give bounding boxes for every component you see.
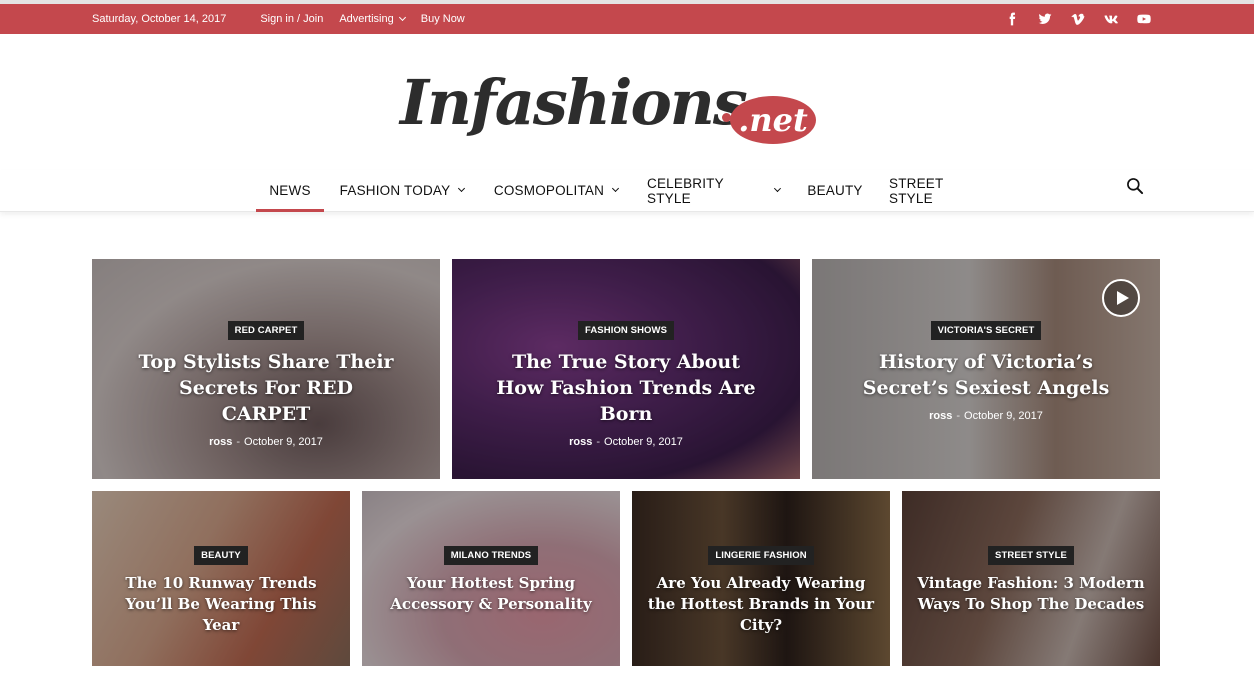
nav-item-label: FASHION TODAY — [339, 183, 451, 198]
chevron-down-icon — [612, 184, 620, 193]
post-date: October 9, 2017 — [244, 436, 323, 448]
logo-suffix-badge: .net — [730, 96, 816, 144]
main-nav: NEWS FASHION TODAY COSMOPOLITAN CELEBRIT… — [0, 170, 1254, 212]
sign-in-join-link[interactable]: Sign in / Join — [260, 13, 323, 25]
secondary-post-1[interactable]: BEAUTY The 10 Runway Trends You’ll Be We… — [92, 491, 350, 666]
featured-post-3[interactable]: VICTORIA'S SECRET History of Victoria’s … — [812, 259, 1160, 479]
nav-item-label: BEAUTY — [807, 183, 863, 198]
logo-wordmark: Infashions — [400, 66, 748, 139]
nav-item-fashion-today[interactable]: FASHION TODAY — [338, 170, 466, 211]
meta-separator: - — [596, 436, 601, 448]
nav-item-label: CELEBRITY STYLE — [647, 175, 724, 206]
chevron-down-icon — [458, 184, 466, 193]
post-author[interactable]: ross — [569, 436, 592, 448]
advertising-label: Advertising — [339, 13, 394, 25]
secondary-post-4[interactable]: STREET STYLE Vintage Fashion: 3 Modern W… — [902, 491, 1160, 666]
tile-content: LINGERIE FASHION Are You Already Wearing… — [632, 545, 890, 636]
post-date: October 9, 2017 — [964, 410, 1043, 422]
category-badge[interactable]: BEAUTY — [194, 546, 248, 565]
post-meta: ross - October 9, 2017 — [92, 436, 440, 448]
nav-item-beauty[interactable]: BEAUTY — [806, 170, 864, 211]
category-badge[interactable]: VICTORIA'S SECRET — [930, 321, 1042, 340]
post-title[interactable]: The 10 Runway Trends You’ll Be Wearing T… — [92, 573, 350, 636]
top-bar: Saturday, October 14, 2017 Sign in / Joi… — [0, 0, 1254, 34]
nav-item-news[interactable]: NEWS — [256, 170, 324, 212]
tile-content: RED CARPET Top Stylists Share Their Secr… — [92, 320, 440, 448]
buy-now-label: Buy Now — [420, 13, 465, 25]
video-play-button[interactable] — [1102, 279, 1140, 317]
featured-post-2[interactable]: FASHION SHOWS The True Story About How F… — [452, 259, 800, 479]
secondary-post-2[interactable]: MILANO TRENDS Your Hottest Spring Access… — [362, 491, 620, 666]
post-title[interactable]: Top Stylists Share Their Secrets For RED… — [92, 349, 440, 427]
site-logo[interactable]: Infashions .net — [400, 66, 820, 166]
post-meta: ross - October 9, 2017 — [812, 410, 1160, 422]
nav-item-cosmopolitan[interactable]: COSMOPOLITAN — [491, 170, 621, 211]
tile-content: MILANO TRENDS Your Hottest Spring Access… — [362, 545, 620, 615]
search-button[interactable] — [1125, 176, 1147, 198]
post-author[interactable]: ross — [209, 436, 232, 448]
nav-item-label: STREET STYLE — [889, 175, 944, 206]
twitter-icon[interactable] — [1036, 11, 1053, 28]
post-date: October 9, 2017 — [604, 436, 683, 448]
category-badge[interactable]: FASHION SHOWS — [577, 321, 675, 340]
current-date: Saturday, October 14, 2017 — [92, 13, 227, 25]
category-badge[interactable]: LINGERIE FASHION — [708, 546, 814, 565]
meta-separator: - — [236, 436, 241, 448]
category-badge[interactable]: MILANO TRENDS — [443, 546, 539, 565]
youtube-icon[interactable] — [1135, 11, 1152, 28]
vk-icon[interactable] — [1102, 11, 1119, 28]
chevron-down-icon — [398, 13, 406, 22]
nav-item-street-style[interactable]: STREET STYLE — [889, 170, 983, 211]
tile-content: STREET STYLE Vintage Fashion: 3 Modern W… — [902, 545, 1160, 615]
social-links — [1003, 4, 1152, 34]
post-author[interactable]: ross — [929, 410, 952, 422]
category-badge[interactable]: STREET STYLE — [988, 546, 1074, 565]
tile-content: BEAUTY The 10 Runway Trends You’ll Be We… — [92, 545, 350, 636]
nav-item-celebrity-style[interactable]: CELEBRITY STYLE — [647, 170, 782, 211]
play-icon — [1116, 291, 1129, 305]
featured-post-1[interactable]: RED CARPET Top Stylists Share Their Secr… — [92, 259, 440, 479]
category-badge[interactable]: RED CARPET — [227, 321, 305, 340]
nav-item-label: COSMOPOLITAN — [493, 183, 605, 198]
post-title[interactable]: Are You Already Wearing the Hottest Bran… — [632, 573, 890, 636]
secondary-post-3[interactable]: LINGERIE FASHION Are You Already Wearing… — [632, 491, 890, 666]
buy-now-link[interactable]: Buy Now — [421, 13, 465, 25]
post-title[interactable]: History of Victoria’s Secret’s Sexiest A… — [812, 349, 1160, 401]
tile-content: VICTORIA'S SECRET History of Victoria’s … — [812, 320, 1160, 422]
advertising-link[interactable]: Advertising — [339, 13, 406, 25]
post-title[interactable]: Vintage Fashion: 3 Modern Ways To Shop T… — [902, 573, 1160, 615]
post-title[interactable]: The True Story About How Fashion Trends … — [452, 349, 800, 427]
facebook-icon[interactable] — [1003, 11, 1020, 28]
chevron-down-icon — [774, 185, 782, 192]
search-icon — [1127, 178, 1144, 195]
vimeo-icon[interactable] — [1069, 11, 1086, 28]
post-meta: ross - October 9, 2017 — [452, 436, 800, 448]
sign-in-join-label: Sign in / Join — [260, 13, 324, 25]
nav-item-label: NEWS — [269, 183, 311, 198]
tile-content: FASHION SHOWS The True Story About How F… — [452, 320, 800, 448]
post-title[interactable]: Your Hottest Spring Accessory & Personal… — [362, 573, 620, 615]
meta-separator: - — [956, 410, 961, 422]
top-bar-left: Saturday, October 14, 2017 Sign in / Joi… — [92, 4, 481, 34]
